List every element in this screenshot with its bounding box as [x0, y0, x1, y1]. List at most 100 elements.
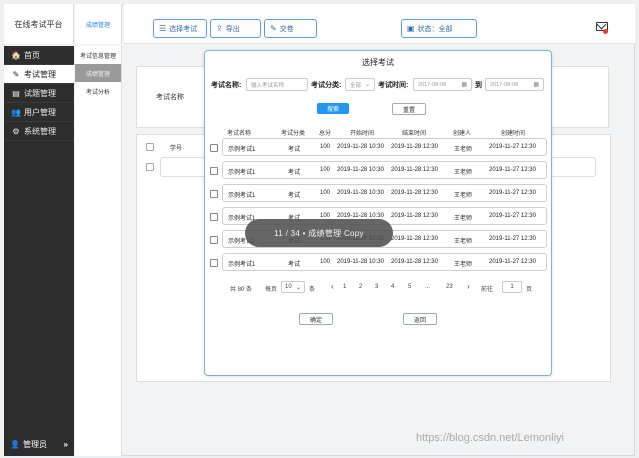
score-cell: 100	[320, 190, 331, 196]
sidebar-item-question-management[interactable]: ▤ 试题管理	[4, 84, 74, 103]
exam-row[interactable]: 示例考试1 考试 100 2019-11-28 10:30 2019-11-28 12:…	[210, 138, 547, 156]
select-exam-button[interactable]: ☰ 选择考试	[153, 19, 207, 38]
users-icon: 👥	[11, 107, 21, 117]
creator-cell: 王老师	[454, 262, 473, 268]
goto-label: 前往	[481, 287, 494, 293]
dialog-title: 选择考试	[362, 58, 394, 67]
page-number[interactable]: 4	[391, 284, 394, 290]
created-time-cell: 2019-11-27 12:30	[489, 167, 536, 173]
next-page-button[interactable]: ›	[467, 282, 470, 291]
submenu-item-exam-analysis[interactable]: 考试分析	[75, 82, 121, 100]
select-list-icon: ☰	[159, 24, 167, 33]
exam-name-cell: 示例考试1	[228, 262, 256, 268]
status-filter[interactable]: ▣ 状态：全部	[401, 19, 477, 38]
submit-paper-button[interactable]: ✎ 交卷	[264, 19, 317, 38]
exam-name-label: 考试名称	[156, 94, 184, 101]
start-time-cell: 2019-11-28 10:30	[337, 167, 384, 173]
page-number[interactable]: 5	[408, 284, 411, 290]
row-checkbox[interactable]	[146, 163, 154, 171]
status-label: 状态：全部	[417, 25, 453, 33]
search-button[interactable]: 搜索	[317, 103, 349, 114]
score-cell: 100	[320, 259, 331, 265]
exam-name-input[interactable]: 输入考试名称	[246, 78, 308, 91]
page-number[interactable]: 3	[375, 284, 378, 290]
select-all-checkbox[interactable]	[146, 143, 154, 151]
start-time-cell: 2019-11-28 10:30	[337, 144, 384, 150]
sidebar-footer[interactable]: 👤 管理员 »	[4, 432, 74, 456]
sidebar-item-system-management[interactable]: ⚙ 系统管理	[4, 122, 74, 141]
collapse-chevron-icon[interactable]: »	[64, 440, 68, 449]
export-button[interactable]: ⇪ 导出	[210, 19, 261, 38]
sidebar-item-label: 首页	[24, 50, 40, 60]
row-checkbox[interactable]	[210, 144, 218, 152]
exam-time-label: 考试时间:	[378, 82, 409, 89]
created-time-cell: 2019-11-27 12:30	[489, 190, 536, 196]
page-number[interactable]: ...	[425, 284, 430, 290]
sidebar-item-home[interactable]: 🏠 首页	[4, 46, 74, 65]
end-time-cell: 2019-11-28 12:30	[391, 167, 438, 173]
result-row	[160, 157, 206, 177]
toolbar: ☰ 选择考试 ⇪ 导出 ✎ 交卷 ▣ 状态：全部	[124, 4, 635, 44]
exam-name-cell: 示例考试1	[228, 193, 256, 199]
back-button[interactable]: 返回	[403, 313, 437, 325]
page-number[interactable]: 1	[343, 284, 346, 290]
date-to-input[interactable]: 2017-08-08 ▦	[485, 78, 544, 91]
row-checkbox[interactable]	[210, 259, 218, 267]
category-cell: 考试	[288, 193, 301, 199]
sidebar-item-user-management[interactable]: 👥 用户管理	[4, 103, 74, 122]
goto-unit: 页	[526, 287, 533, 293]
section-title: 成绩管理	[75, 4, 122, 44]
row-checkbox[interactable]	[210, 167, 218, 175]
watermark: https://blog.csdn.net/Lemonliyi	[416, 432, 564, 444]
select-exam-dialog: 选择考试 考试名称: 输入考试名称 考试分类: 全部 ⌄ 考试时间: 2017-…	[204, 50, 552, 376]
sidebar-item-label: 系统管理	[24, 126, 56, 136]
row-checkbox[interactable]	[210, 190, 218, 198]
confirm-button[interactable]: 确定	[299, 313, 333, 325]
col-exam-name: 考试名称	[227, 131, 252, 137]
export-icon: ⇪	[216, 24, 223, 33]
filter-panel-right	[551, 66, 609, 128]
calendar-icon: ▦	[461, 82, 467, 88]
slide-counter-toast: 11 / 34 • 成绩管理 Copy	[245, 219, 393, 247]
prev-page-button[interactable]: ‹	[331, 282, 334, 291]
end-time-cell: 2019-11-28 12:30	[391, 190, 438, 196]
sidebar-item-label: 考试管理	[24, 69, 56, 79]
score-cell: 100	[320, 144, 331, 150]
category-cell: 考试	[288, 262, 301, 268]
reset-button[interactable]: 重置	[392, 103, 426, 115]
row-checkbox[interactable]	[210, 213, 218, 221]
pager-unit: 条	[309, 287, 316, 293]
submenu-item-exam-info[interactable]: 考试信息管理	[75, 46, 121, 64]
row-checkbox[interactable]	[210, 236, 218, 244]
page-number[interactable]: 2	[359, 284, 362, 290]
admin-label: 管理员	[22, 439, 47, 449]
category-cell: 考试	[288, 170, 301, 176]
category-select[interactable]: 全部 ⌄	[345, 78, 375, 91]
result-row-right	[551, 157, 596, 177]
submenu-item-grades[interactable]: 成绩管理	[75, 64, 121, 82]
page-number[interactable]: 23	[446, 284, 453, 290]
sidebar-item-exam-management[interactable]: ✎ 考试管理	[4, 65, 74, 84]
exam-row[interactable]: 示例考试1 考试 100 2019-11-28 10:30 2019-11-28 12:…	[210, 253, 547, 271]
creator-cell: 王老师	[454, 239, 473, 245]
exam-row[interactable]: 示例考试1 考试 100 2019-11-28 10:30 2019-11-28 12:…	[210, 161, 547, 179]
date-from-input[interactable]: 2017-08-08 ▦	[413, 78, 472, 91]
end-time-cell: 2019-11-28 12:30	[391, 213, 438, 219]
pencil-icon: ✎	[12, 69, 20, 79]
exam-row[interactable]: 示例考试1 考试 100 2019-11-28 10:30 2019-11-28 12:…	[210, 184, 547, 202]
date-to-value: 2017-08-08	[490, 81, 519, 88]
creator-cell: 王老师	[454, 193, 473, 199]
goto-page-input[interactable]: 1	[502, 281, 522, 293]
date-from-value: 2017-08-08	[418, 81, 447, 88]
page-size-select[interactable]: 10 ⌄	[281, 281, 305, 293]
score-cell: 100	[320, 167, 331, 173]
col-category: 考试分类	[281, 131, 306, 137]
notification-badge	[603, 29, 608, 34]
start-time-cell: 2019-11-28 10:30	[337, 259, 384, 265]
col-end-time: 结束时间	[402, 131, 427, 137]
sidebar: 🏠 首页 ✎ 考试管理 ▤ 试题管理 👥 用户管理 ⚙ 系统管理 👤 管理员 »	[4, 46, 74, 456]
created-time-cell: 2019-11-27 12:30	[489, 259, 536, 265]
category-cell: 考试	[288, 147, 301, 153]
calendar-icon: ▦	[533, 82, 539, 88]
submit-icon: ✎	[270, 24, 277, 33]
